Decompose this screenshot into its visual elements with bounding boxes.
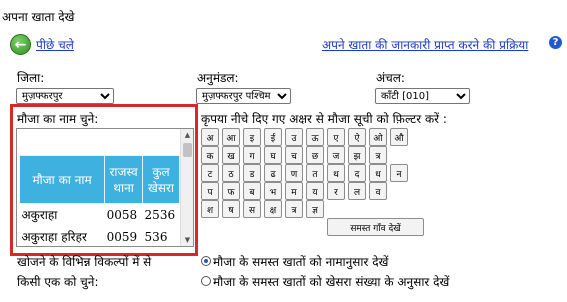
subdivision-select[interactable]: मुज़फ्फरपुर पश्चिम (196, 88, 291, 104)
letter-filter-button[interactable]: औ (390, 128, 408, 146)
letter-filter-button[interactable]: ड (243, 164, 261, 182)
scroll-up-icon[interactable]: ▲ (181, 129, 194, 141)
letter-filter-button[interactable]: ई (264, 128, 282, 146)
letter-filter-button[interactable]: र (327, 182, 345, 200)
letter-filter-button[interactable]: ष (222, 200, 240, 218)
thana-cell: 0059 (106, 229, 138, 244)
district-label: जिला: (17, 71, 45, 85)
mauza-name-cell: अकुराहा हरिहर (21, 230, 87, 244)
letter-filter-button[interactable]: छ (306, 146, 324, 164)
back-button[interactable]: ← पीछे चले (10, 34, 74, 55)
letter-filter-button[interactable]: ओ (369, 128, 387, 146)
letter-filter-button[interactable]: ल (348, 182, 366, 200)
letter-filter-button[interactable]: य (306, 182, 324, 200)
letter-filter-button[interactable]: झ (348, 146, 366, 164)
letter-filter-button[interactable]: अ (201, 128, 219, 146)
mauza-name-cell: अकुराहा (21, 208, 58, 223)
show-all-villages-button[interactable]: समस्त गाँव देखें (327, 218, 424, 236)
letter-filter-button[interactable]: ब (243, 182, 261, 200)
radio-by-name[interactable] (201, 256, 211, 266)
letter-filter-button[interactable]: म (285, 182, 303, 200)
letter-filter-button[interactable]: ण (285, 164, 303, 182)
letter-filter-button[interactable]: श (201, 200, 219, 218)
circle-select[interactable]: काँटी [010] (375, 88, 470, 104)
letter-filter-button[interactable]: च (285, 146, 303, 164)
mauza-select-label: मौजा का नाम चुने: (17, 112, 99, 126)
back-arrow-icon: ← (10, 34, 31, 55)
letter-filter-button[interactable]: इ (243, 128, 261, 146)
circle-label: अंचल: (376, 71, 405, 85)
letter-filter-button[interactable]: ध (369, 164, 387, 182)
back-link-label: पीछे चले (36, 38, 74, 52)
help-icon[interactable]: ? (549, 36, 562, 49)
radio-by-name-label: मौजा के समस्त खातों को नामानुसार देखें (213, 255, 389, 269)
khesra-cell: 536 (144, 229, 168, 244)
letter-filter-button[interactable]: प (201, 182, 219, 200)
search-options-label-line2: किसी एक को चुने: (17, 275, 99, 289)
thana-cell: 0058 (106, 207, 138, 222)
letter-filter-button[interactable]: न (390, 164, 408, 182)
search-options-label-line1: खोजने के विभिन्न विकल्पों में से (17, 255, 152, 269)
letter-filter-button[interactable]: स (243, 200, 261, 218)
letter-filter-button[interactable]: क (201, 146, 219, 164)
letter-filter-button[interactable]: त (306, 164, 324, 182)
table-row[interactable]: अकुराहा हरिहर 0059 536 (20, 226, 180, 247)
letter-filter-button[interactable]: उ (285, 128, 303, 146)
mauza-listbox[interactable]: मौजा का नाम राजस्व थाना कुल खेसरा अकुराह… (16, 128, 194, 247)
letter-filter-button[interactable]: भ (264, 182, 282, 200)
letter-filter-button[interactable]: ग (243, 146, 261, 164)
radio-by-khesra[interactable] (201, 276, 211, 286)
letter-filter-button[interactable]: आ (222, 128, 240, 146)
letter-filter-button[interactable]: घ (264, 146, 282, 164)
letter-filter-button[interactable]: ज्ञ (306, 200, 324, 218)
letter-filter-button[interactable]: फ (222, 182, 240, 200)
scroll-thumb[interactable] (183, 143, 192, 157)
col-header-mauza-name: मौजा का नाम (18, 155, 106, 204)
district-select[interactable]: मुज़फ्फरपुर (16, 88, 114, 104)
col-header-total-khesra: कुल खेसरा (142, 155, 180, 204)
letter-filter-button[interactable]: ठ (222, 164, 240, 182)
subdivision-label: अनुमंडल: (197, 71, 239, 85)
letter-filter-button[interactable]: ट (201, 164, 219, 182)
letter-filter-button[interactable]: ऐ (348, 128, 366, 146)
letter-filter-button[interactable]: ख (222, 146, 240, 164)
process-info-link[interactable]: अपने खाता की जानकारी प्राप्त करने की प्र… (322, 36, 528, 53)
letter-filter-button[interactable]: ढ (264, 164, 282, 182)
mauza-scrollbar[interactable]: ▲ ▼ (180, 129, 193, 246)
scroll-down-icon[interactable]: ▼ (181, 234, 194, 246)
table-row[interactable]: अकुराहा 0058 2536 (20, 204, 180, 226)
letter-filter-button[interactable]: व (369, 182, 387, 200)
letter-filter-button[interactable]: ए (327, 128, 345, 146)
radio-by-khesra-label: मौजा के समस्त खातों को खेसरा संख्या के अ… (213, 275, 450, 289)
letter-filter-button[interactable]: थ (327, 164, 345, 182)
letter-filter-button[interactable]: द (348, 164, 366, 182)
letter-filter-button[interactable]: क्ष (264, 200, 282, 218)
khesra-cell: 2536 (144, 207, 176, 222)
letter-filter-button[interactable]: ज (327, 146, 345, 164)
letter-filter-button[interactable]: ऊ (306, 128, 324, 146)
mauza-table: मौजा का नाम राजस्व थाना कुल खेसरा अकुराह… (18, 155, 180, 247)
letter-filter-button[interactable]: त्र (285, 200, 303, 218)
letter-filter-label: कृपया नीचे दिए गए अक्षर से मौजा सूची को … (201, 112, 447, 126)
col-header-revenue-thana: राजस्व थाना (104, 155, 144, 204)
letter-filter-button[interactable]: त्र (369, 146, 387, 164)
page-title: अपना खाता देखे (2, 10, 75, 24)
